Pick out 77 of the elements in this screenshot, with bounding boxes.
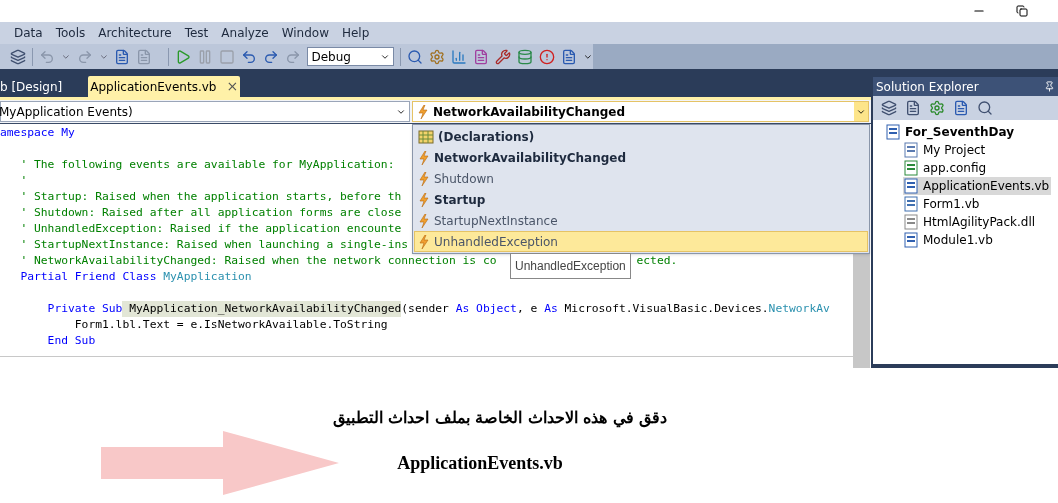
- dropdown-button[interactable]: [854, 102, 868, 121]
- code-token: ' Shutdown: Raised after all application forms are close: [19, 205, 402, 221]
- wrench-icon[interactable]: [495, 48, 512, 65]
- document-icon[interactable]: [114, 48, 131, 65]
- menu-item[interactable]: Analyze: [221, 24, 269, 42]
- tooltip: UnhandledException: [510, 253, 631, 279]
- annotation-filename: ApplicationEvents.vb: [396, 452, 564, 475]
- menu-item[interactable]: Architecture: [98, 24, 172, 42]
- tree-item[interactable]: app.config: [903, 159, 989, 177]
- member-list-item[interactable]: (Declarations): [414, 126, 868, 147]
- redo-icon[interactable]: [76, 48, 93, 65]
- lightning-icon: [418, 192, 430, 207]
- bar-chart-icon[interactable]: [451, 48, 468, 65]
- code-token: As Object: [454, 301, 517, 317]
- restore-icon[interactable]: [1016, 5, 1028, 17]
- code-token: NetworkAv: [768, 301, 830, 317]
- database-icon[interactable]: [517, 48, 534, 65]
- tree-item[interactable]: ApplicationEvents.vb: [903, 177, 1052, 195]
- code-token: End Sub: [46, 333, 96, 349]
- code-token: MyApplication: [162, 269, 252, 285]
- code-token: ' StartupNextInstance: Raised when launching a single-ins: [19, 237, 409, 253]
- code-token: amespace: [0, 125, 55, 141]
- menu-item[interactable]: Window: [281, 24, 329, 42]
- code-token: (sender: [401, 301, 449, 317]
- lightning-icon: [417, 104, 429, 119]
- code-token: ' NetworkAvailabilityChanged: Raised when the network connection is co: [19, 253, 497, 269]
- member-list-item[interactable]: UnhandledException: [414, 231, 868, 252]
- document-tab[interactable]: ApplicationEvents.vb ×: [88, 76, 241, 97]
- code-token: ' Startup: Raised when the application starts, before th: [19, 189, 402, 205]
- code-token: ' The following events are available for MyApplication:: [19, 157, 395, 173]
- code-token: ': [19, 173, 28, 189]
- lightning-icon: [418, 171, 430, 186]
- tree-item[interactable]: Module1.vb: [903, 231, 995, 249]
- document-icon[interactable]: [473, 48, 490, 65]
- config-file-icon: [903, 160, 919, 176]
- menu-item[interactable]: Tools: [55, 24, 86, 42]
- lightning-icon: [418, 234, 430, 249]
- lightning-icon: [418, 150, 430, 165]
- menu-item[interactable]: Data: [14, 24, 43, 42]
- member-list-item[interactable]: StartupNextInstance: [414, 210, 868, 231]
- member-list-item[interactable]: Shutdown: [414, 168, 868, 189]
- grid-icon: [418, 129, 434, 144]
- panel-header: Solution Explorer: [873, 77, 1058, 96]
- stack-icon[interactable]: [10, 48, 26, 65]
- code-token: My: [60, 125, 75, 141]
- code-token: , e: [516, 301, 538, 317]
- tree-item[interactable]: HtmlAgilityPack.dll: [903, 213, 1038, 231]
- configuration-dropdown[interactable]: Debug: [307, 47, 395, 66]
- code-token: Private Sub: [46, 301, 123, 317]
- code-token: Microsoft.VisualBasic.Devices.: [563, 301, 769, 317]
- tree-item[interactable]: For_SeventhDay: [885, 123, 1058, 141]
- tree-item[interactable]: My Project: [903, 141, 988, 159]
- error-icon[interactable]: [539, 48, 556, 65]
- lightning-icon: [418, 213, 430, 228]
- annotation-caption: دقق في هذه الاحداث الخاصة بملف احداث التطبيق: [331, 407, 669, 430]
- code-token: Partial Friend Class: [19, 269, 157, 285]
- settings-icon[interactable]: [429, 48, 446, 65]
- undo-icon[interactable]: [38, 48, 55, 65]
- pin-icon[interactable]: [1044, 81, 1055, 92]
- document-icon[interactable]: [905, 100, 921, 116]
- code-token: ected.: [636, 253, 678, 269]
- close-tab-button[interactable]: ×: [226, 76, 239, 97]
- code-token: Form1.lbl.Text = e.IsNetworkAvailable.ToString: [73, 317, 388, 333]
- tree-item[interactable]: Form1.vb: [903, 195, 982, 213]
- menu-item[interactable]: Help: [341, 24, 370, 42]
- menu-item[interactable]: Test: [184, 24, 209, 42]
- member-list-item[interactable]: NetworkAvailabilityChanged: [414, 147, 868, 168]
- member-dropdown[interactable]: NetworkAvailabilityChanged: [412, 101, 869, 122]
- member-list-item[interactable]: Startup: [414, 189, 868, 210]
- document-tab[interactable]: b [Design]: [0, 76, 63, 97]
- search-icon[interactable]: [407, 48, 424, 65]
- code-token: As: [543, 301, 558, 317]
- stack-icon[interactable]: [881, 100, 897, 116]
- play-icon[interactable]: [175, 48, 192, 65]
- class-dropdown[interactable]: MyApplication Events): [0, 101, 410, 122]
- code-token: ' UnhandledException: Raised if the application encounte: [19, 221, 402, 237]
- code-token: MyApplication_NetworkAvailabilityChanged: [122, 301, 402, 317]
